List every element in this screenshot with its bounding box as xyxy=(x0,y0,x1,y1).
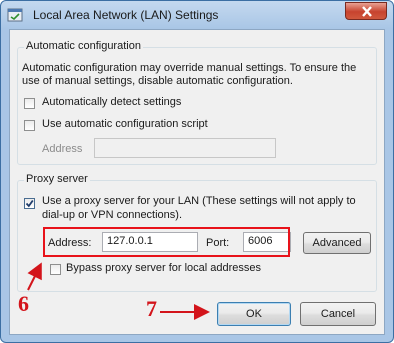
annotation-arrows xyxy=(27,262,210,320)
arrow-step6 xyxy=(27,262,42,291)
annotation-step-6: 6 xyxy=(18,291,29,316)
annotation-step-7: 7 xyxy=(146,296,157,321)
